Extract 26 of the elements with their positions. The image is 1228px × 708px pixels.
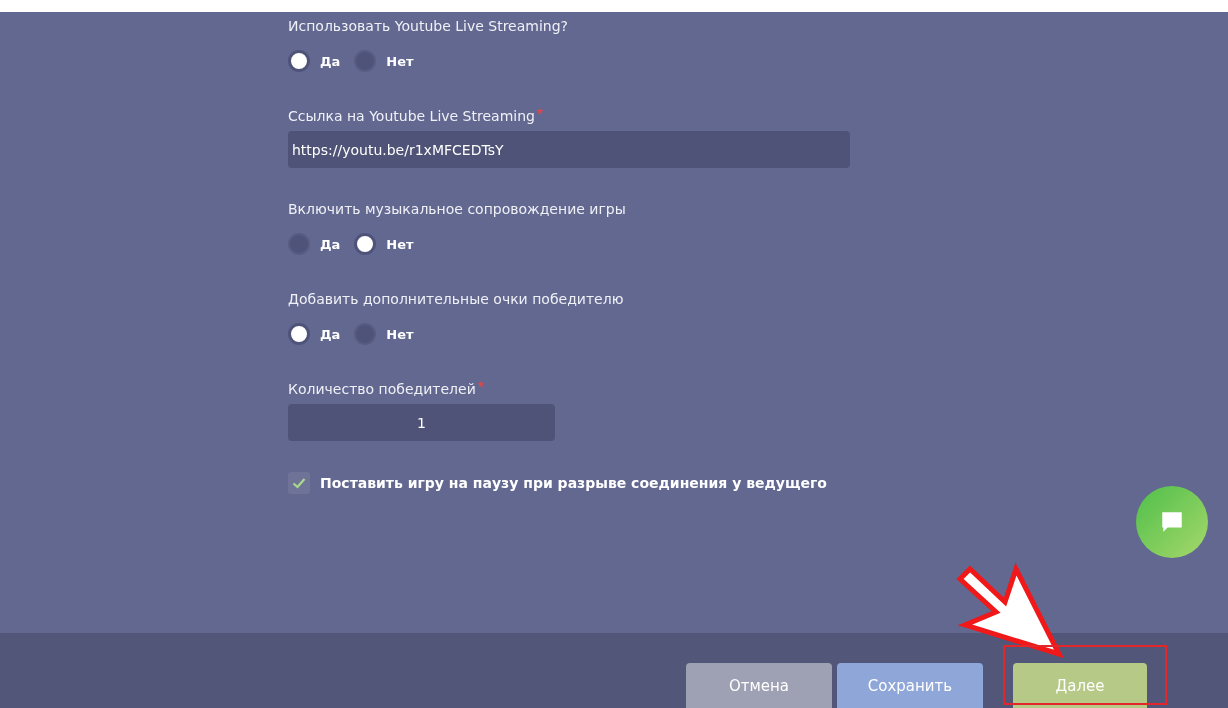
next-button[interactable]: Далее <box>1013 663 1147 708</box>
checkmark-icon <box>291 475 307 491</box>
option-label: Нет <box>386 326 414 342</box>
checkbox-label: Поставить игру на паузу при разрыве соединения у ведущего <box>320 475 827 491</box>
field-label: Количество победителей <box>288 380 476 399</box>
field-label: Включить музыкальное сопровождение игры <box>288 200 626 219</box>
radio-button[interactable] <box>354 50 377 72</box>
option-label: Да <box>320 53 341 69</box>
option-label: Да <box>320 326 341 342</box>
option-label: Нет <box>386 53 414 69</box>
url-input-field[interactable]: https://youtu.be/r1xMFCEDTsY <box>288 131 850 168</box>
field-label: Использовать Youtube Live Streaming? <box>288 17 568 36</box>
save-button[interactable]: Сохранить <box>837 663 983 708</box>
radio-button[interactable] <box>288 233 310 255</box>
number-input-field[interactable]: 1 <box>288 404 555 441</box>
radio-button[interactable] <box>288 50 310 72</box>
field-label: Добавить дополнительные очки победителю <box>288 290 624 309</box>
radio-button[interactable] <box>288 323 310 345</box>
cancel-button[interactable]: Отмена <box>686 663 832 708</box>
option-label: Нет <box>386 236 414 252</box>
checkbox[interactable] <box>288 472 310 494</box>
option-label: Да <box>320 236 341 252</box>
field-label: Ссылка на Youtube Live Streaming <box>288 107 535 126</box>
radio-button[interactable] <box>354 323 377 345</box>
chat-icon <box>1159 509 1185 535</box>
radio-button[interactable] <box>354 233 377 255</box>
